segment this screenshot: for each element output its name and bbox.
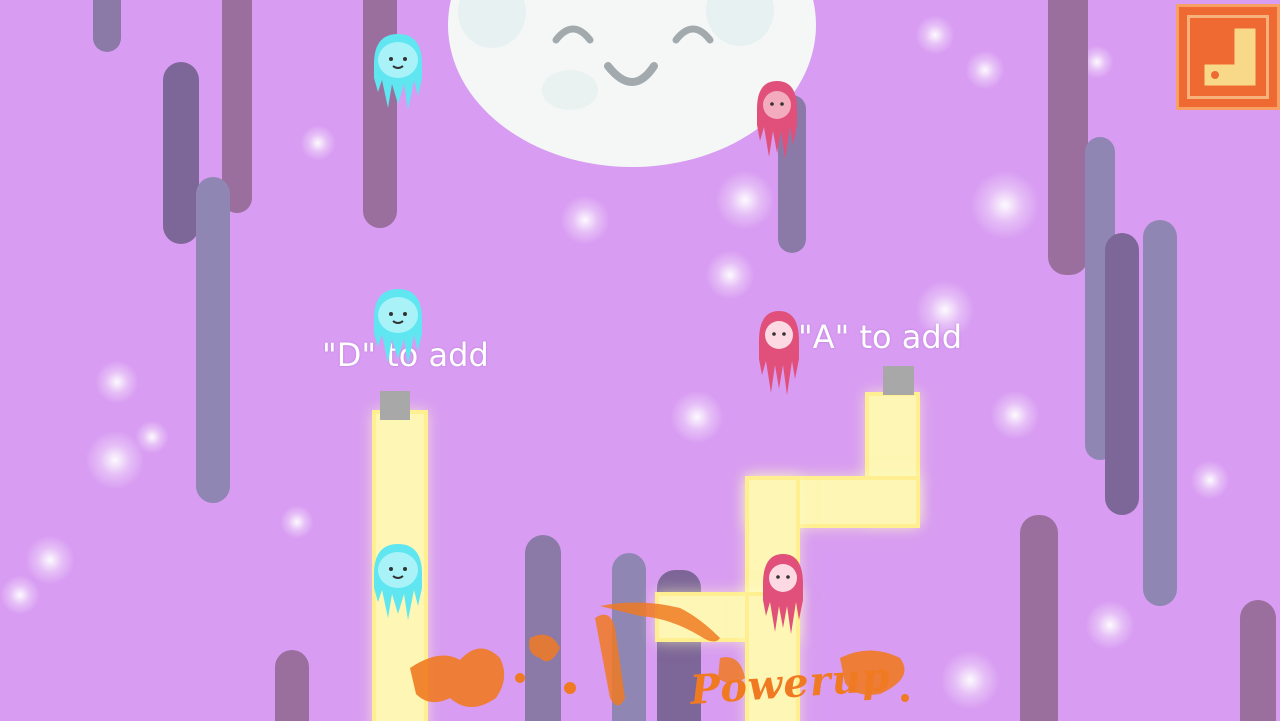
blue-ghost-icon[interactable] <box>368 30 428 114</box>
falling-stripe <box>1020 515 1058 721</box>
falling-stripe <box>1048 0 1088 275</box>
red-ghost-icon[interactable] <box>752 75 802 161</box>
sparkle <box>0 575 40 615</box>
sparkle <box>280 505 314 539</box>
right-add-hint: "A" to add <box>798 318 963 356</box>
sparkle <box>915 15 955 55</box>
sparkle <box>25 535 75 585</box>
sparkle <box>1085 600 1135 650</box>
game-scene[interactable]: "D" to add "A" to add Powerup <box>0 0 1280 721</box>
left-pipe-cap[interactable] <box>380 391 410 420</box>
sparkle <box>560 195 610 245</box>
falling-stripe <box>1240 600 1276 721</box>
sparkle <box>135 420 169 454</box>
sparkle <box>990 390 1040 440</box>
sparkle <box>705 250 755 300</box>
falling-stripe <box>275 650 309 721</box>
falling-stripe <box>93 0 121 52</box>
falling-stripe <box>222 0 252 213</box>
sparkle <box>965 50 1005 90</box>
falling-stripe <box>1105 233 1139 515</box>
falling-stripe <box>1143 220 1177 606</box>
sparkle <box>970 170 1040 240</box>
red-ghost-icon[interactable] <box>754 305 804 397</box>
sparkle <box>300 125 336 161</box>
falling-stripe <box>163 62 199 244</box>
sparkle <box>940 650 1000 710</box>
sparkle <box>95 360 139 404</box>
pipe-menu-icon <box>1204 28 1256 86</box>
falling-stripe <box>196 177 230 503</box>
sparkle <box>715 170 775 230</box>
sparkle <box>1190 460 1230 500</box>
sparkle <box>670 390 724 444</box>
menu-button[interactable] <box>1176 4 1280 110</box>
right-pipe-cap[interactable] <box>883 366 914 395</box>
blue-ghost-icon[interactable] <box>368 285 428 369</box>
